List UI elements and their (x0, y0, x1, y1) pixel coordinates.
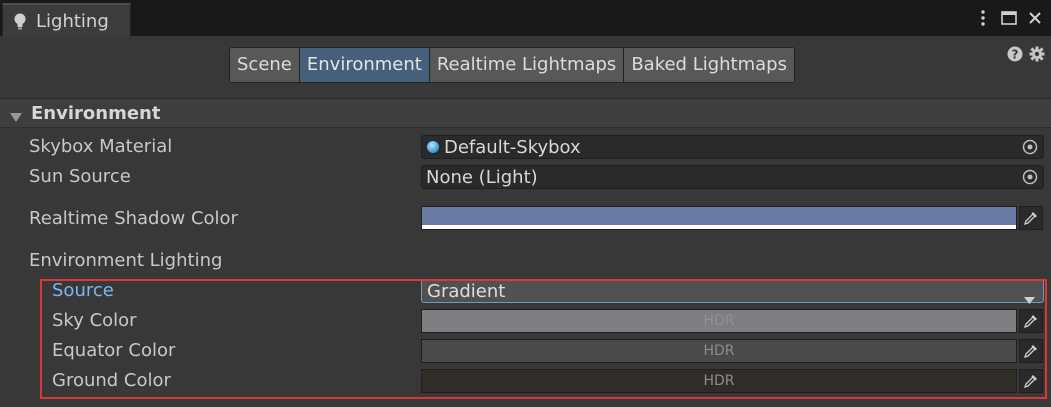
window-titlebar: Lighting (0, 0, 1051, 36)
hdr-badge: HDR (703, 373, 735, 389)
eyedropper-icon[interactable] (1019, 369, 1043, 393)
dropdown-caret-icon (1024, 289, 1035, 304)
lighting-tabs: Scene Environment Realtime Lightmaps Bak… (229, 47, 795, 83)
skybox-material-label: Skybox Material (29, 136, 173, 157)
source-value: Gradient (427, 281, 506, 302)
alpha-bar (422, 225, 1016, 229)
sky-color-label: Sky Color (52, 310, 137, 331)
close-icon[interactable] (1027, 8, 1043, 28)
tab-environment[interactable]: Environment (299, 48, 430, 82)
lightbulb-icon (13, 13, 27, 31)
window-tab-lighting[interactable]: Lighting (2, 3, 131, 36)
realtime-shadow-color-label: Realtime Shadow Color (29, 208, 238, 229)
eyedropper-icon[interactable] (1019, 309, 1043, 333)
sun-source-field[interactable]: None (Light) (421, 165, 1044, 189)
section-title: Environment (31, 103, 161, 124)
object-picker-icon[interactable] (1021, 138, 1039, 156)
source-label: Source (52, 280, 114, 301)
tab-baked-lightmaps[interactable]: Baked Lightmaps (624, 48, 794, 82)
realtime-shadow-color-field[interactable] (421, 206, 1017, 230)
hdr-badge: HDR (703, 313, 735, 329)
foldout-arrow-icon[interactable] (10, 108, 22, 122)
equator-color-field[interactable]: HDR (421, 339, 1017, 363)
color-swatch (422, 207, 1016, 226)
toolbar: Scene Environment Realtime Lightmaps Bak… (0, 36, 1051, 98)
object-picker-icon[interactable] (1021, 168, 1039, 186)
eyedropper-icon[interactable] (1019, 339, 1043, 363)
source-dropdown[interactable]: Gradient (421, 279, 1044, 304)
svg-text:?: ? (1012, 48, 1019, 62)
environment-lighting-label: Environment Lighting (29, 250, 223, 271)
tab-scene[interactable]: Scene (230, 48, 300, 82)
kebab-menu-icon[interactable] (975, 8, 991, 28)
environment-section-header[interactable]: Environment (0, 98, 1051, 128)
settings-gear-icon[interactable] (1029, 46, 1045, 62)
ground-color-label: Ground Color (52, 370, 171, 391)
skybox-material-field[interactable]: Default-Skybox (421, 135, 1044, 159)
help-icon[interactable]: ? (1007, 46, 1023, 62)
hdr-badge: HDR (703, 343, 735, 359)
skybox-material-value: Default-Skybox (444, 137, 581, 158)
material-sphere-icon (427, 141, 439, 153)
sky-color-field[interactable]: HDR (421, 309, 1017, 333)
window-title: Lighting (36, 11, 109, 32)
ground-color-field[interactable]: HDR (421, 369, 1017, 393)
tab-realtime-lightmaps[interactable]: Realtime Lightmaps (429, 48, 625, 82)
eyedropper-icon[interactable] (1019, 206, 1043, 230)
maximize-icon[interactable] (1001, 8, 1017, 28)
sun-source-label: Sun Source (29, 166, 131, 187)
equator-color-label: Equator Color (52, 340, 176, 361)
sun-source-value: None (Light) (426, 167, 538, 188)
